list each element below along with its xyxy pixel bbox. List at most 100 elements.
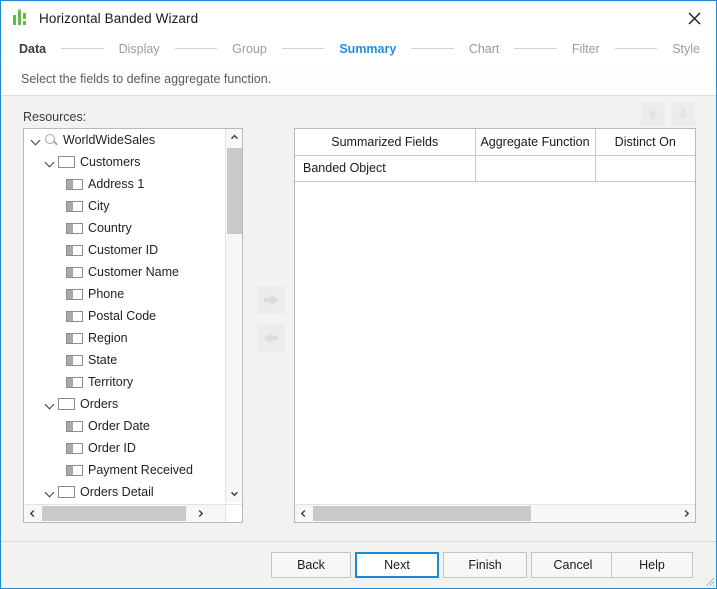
tree-node-label: Customer ID: [88, 243, 159, 257]
tree-node-region[interactable]: Region: [24, 327, 227, 349]
next-button[interactable]: Next: [355, 552, 439, 578]
instruction-text: Select the fields to define aggregate fu…: [21, 72, 272, 86]
tree-horizontal-scrollbar[interactable]: [24, 504, 227, 522]
table-icon: [58, 486, 75, 498]
cell-distinct-on[interactable]: [595, 155, 695, 182]
tree-vertical-scrollbar[interactable]: [225, 129, 242, 502]
tree-node-order-id[interactable]: Order ID: [24, 437, 227, 459]
step-display[interactable]: Display: [115, 42, 164, 56]
step-connector: [281, 48, 325, 49]
grid-horizontal-scrollbar[interactable]: [295, 504, 695, 522]
tree-scroll-thumb[interactable]: [227, 148, 242, 234]
column-header-distinct-on[interactable]: Distinct On: [595, 129, 695, 156]
wizard-window: Horizontal Banded Wizard Data Display Gr…: [0, 0, 717, 589]
chevron-down-icon[interactable]: [44, 398, 57, 411]
tree-node-customer-name[interactable]: Customer Name: [24, 261, 227, 283]
field-icon: [66, 442, 83, 454]
tree-node-label: Order ID: [88, 441, 136, 455]
tree-node-postal-code[interactable]: Postal Code: [24, 305, 227, 327]
tree-node-label: Order Date: [88, 419, 150, 433]
tree-node-customer-id[interactable]: Customer ID: [24, 239, 227, 261]
move-down-button[interactable]: [671, 102, 695, 126]
tree-node-label: Country: [88, 221, 132, 235]
tree-node-phone[interactable]: Phone: [24, 283, 227, 305]
table-icon: [58, 156, 75, 168]
table-icon: [58, 398, 75, 410]
cancel-button[interactable]: Cancel: [531, 552, 615, 578]
tree-node-payment-received[interactable]: Payment Received: [24, 459, 227, 481]
close-button[interactable]: [672, 2, 716, 34]
field-icon: [66, 332, 83, 344]
chevron-down-icon[interactable]: [44, 156, 57, 169]
grid-hscroll-thumb[interactable]: [313, 506, 531, 521]
grid-scroll-right-button[interactable]: [678, 505, 695, 522]
step-style[interactable]: Style: [668, 42, 704, 56]
title-bar: Horizontal Banded Wizard: [2, 2, 716, 34]
resize-grip-icon[interactable]: [703, 575, 715, 587]
step-filter[interactable]: Filter: [568, 42, 604, 56]
query-icon: [44, 133, 59, 148]
add-field-button[interactable]: [257, 286, 285, 314]
field-icon: [66, 420, 83, 432]
tree-node-worldwidesales[interactable]: WorldWideSales: [24, 129, 227, 151]
tree-node-country[interactable]: Country: [24, 217, 227, 239]
step-summary[interactable]: Summary: [335, 42, 400, 56]
field-icon: [66, 464, 83, 476]
finish-button[interactable]: Finish: [443, 552, 527, 578]
main-content: Resources: WorldWideSales Customers Addr…: [2, 96, 716, 541]
step-chart[interactable]: Chart: [465, 42, 504, 56]
field-icon: [66, 288, 83, 300]
chevron-down-icon: [231, 491, 238, 497]
cell-summarized-field[interactable]: Banded Object: [295, 155, 476, 182]
tree-node-orders-detail[interactable]: Orders Detail: [24, 481, 227, 502]
tree-node-label: Address 1: [88, 177, 145, 191]
chevron-up-icon: [231, 134, 238, 140]
resources-tree[interactable]: WorldWideSales Customers Address 1 City: [24, 129, 227, 502]
resources-tree-panel: WorldWideSales Customers Address 1 City: [23, 128, 243, 523]
field-icon: [66, 310, 83, 322]
grid-scroll-left-button[interactable]: [295, 505, 312, 522]
field-icon: [66, 354, 83, 366]
tree-node-territory[interactable]: Territory: [24, 371, 227, 393]
tree-node-customers[interactable]: Customers: [24, 151, 227, 173]
tree-node-label: WorldWideSales: [63, 133, 156, 147]
step-connector: [614, 48, 658, 49]
arrow-left-icon: [264, 332, 278, 344]
remove-field-button[interactable]: [257, 324, 285, 352]
summary-grid-panel: Summarized Fields Aggregate Function Dis…: [294, 128, 696, 523]
back-button[interactable]: Back: [271, 552, 351, 578]
chevron-down-icon[interactable]: [44, 486, 57, 499]
chevron-right-icon: [198, 510, 204, 517]
window-title: Horizontal Banded Wizard: [39, 10, 199, 26]
tree-hscroll-thumb[interactable]: [42, 506, 186, 521]
scroll-left-button[interactable]: [24, 505, 41, 522]
help-button[interactable]: Help: [611, 552, 693, 578]
move-up-button[interactable]: [641, 102, 665, 126]
scroll-up-button[interactable]: [226, 129, 242, 146]
chevron-down-icon[interactable]: [30, 134, 43, 147]
tree-node-label: Postal Code: [88, 309, 157, 323]
scroll-down-button[interactable]: [226, 485, 242, 502]
tree-node-label: Territory: [88, 375, 134, 389]
step-group[interactable]: Group: [228, 42, 271, 56]
step-connector: [514, 48, 557, 49]
scroll-right-button[interactable]: [192, 505, 209, 522]
arrow-up-icon: [648, 109, 658, 119]
column-header-summarized-fields[interactable]: Summarized Fields: [295, 129, 476, 156]
footer-bar: Back Next Finish Cancel Help: [2, 541, 716, 588]
table-row[interactable]: Banded Object: [295, 155, 695, 182]
step-data[interactable]: Data: [15, 42, 50, 56]
wizard-steps: Data Display Group Summary Chart Filter …: [2, 34, 716, 63]
field-icon: [66, 244, 83, 256]
summary-grid: Summarized Fields Aggregate Function Dis…: [295, 129, 695, 182]
field-icon: [66, 376, 83, 388]
column-header-aggregate-function[interactable]: Aggregate Function: [475, 129, 596, 156]
tree-node-order-date[interactable]: Order Date: [24, 415, 227, 437]
tree-node-state[interactable]: State: [24, 349, 227, 371]
tree-node-address-1[interactable]: Address 1: [24, 173, 227, 195]
cell-aggregate-function[interactable]: [475, 155, 596, 182]
field-icon: [66, 222, 83, 234]
tree-node-label: Orders Detail: [80, 485, 154, 499]
tree-node-city[interactable]: City: [24, 195, 227, 217]
tree-node-orders[interactable]: Orders: [24, 393, 227, 415]
